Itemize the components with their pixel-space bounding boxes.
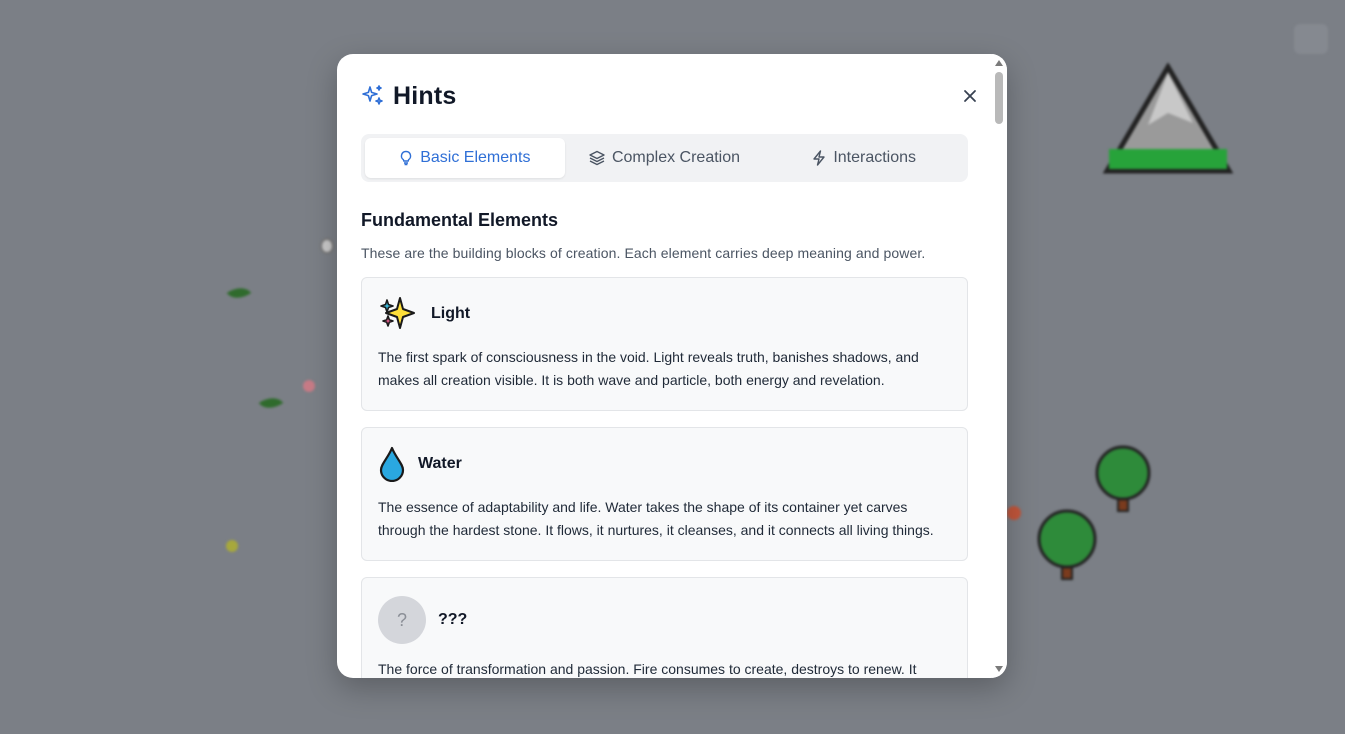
card-header: Light — [378, 296, 951, 332]
card-header: ? ??? — [378, 596, 951, 644]
section-title: Fundamental Elements — [361, 210, 559, 230]
sparkles-icon — [380, 297, 415, 329]
mountain-sprite — [1103, 63, 1233, 174]
element-card-water: Water The essence of adaptability and li… — [361, 427, 968, 561]
element-card-light: Light The first spark of consciousness i… — [361, 277, 968, 411]
tree-sprite — [1095, 445, 1151, 512]
stone-sprite — [320, 238, 334, 254]
element-description: The essence of adaptability and life. Wa… — [378, 499, 934, 538]
corner-widget — [1294, 24, 1328, 54]
berry-sprite — [303, 380, 315, 392]
modal-scrollbar[interactable] — [992, 54, 1007, 678]
leaf-sprite — [258, 391, 284, 415]
hints-tabs: Basic Elements Complex Creation Interact… — [361, 134, 968, 182]
scroll-thumb[interactable] — [995, 72, 1003, 124]
element-description: The force of transformation and passion.… — [378, 661, 917, 677]
section-description: These are the building blocks of creatio… — [361, 245, 926, 261]
layers-icon — [589, 150, 605, 166]
tab-interactions[interactable]: Interactions — [764, 138, 964, 178]
tab-label: Complex Creation — [611, 149, 741, 166]
droplet-icon — [379, 446, 405, 482]
tab-label: Interactions — [833, 149, 917, 166]
modal-header: Hints — [361, 78, 968, 114]
close-icon — [964, 90, 976, 102]
modal-title: Hints — [393, 81, 457, 110]
berry-sprite — [226, 540, 238, 552]
scroll-up-arrow-icon[interactable] — [995, 60, 1003, 66]
scroll-down-arrow-icon[interactable] — [995, 666, 1003, 672]
red-sprite — [1007, 506, 1021, 520]
element-description: The first spark of consciousness in the … — [378, 349, 919, 388]
tab-basic-elements[interactable]: Basic Elements — [365, 138, 565, 178]
hints-modal: Hints Basic Elements Complex Creation In… — [337, 54, 1007, 678]
question-icon: ? — [378, 596, 426, 644]
tab-complex-creation[interactable]: Complex Creation — [565, 138, 765, 178]
element-name: ??? — [438, 611, 468, 628]
card-header: Water — [378, 446, 951, 482]
question-mark: ? — [396, 609, 407, 630]
tree-sprite — [1037, 509, 1097, 580]
element-name: Light — [431, 305, 471, 322]
leaf-sprite — [226, 281, 252, 305]
lightbulb-icon — [401, 150, 412, 166]
tab-label: Basic Elements — [420, 149, 531, 166]
element-name: Water — [418, 455, 462, 472]
lightning-icon — [813, 150, 826, 166]
element-card-locked: ? ??? The force of transformation and pa… — [361, 577, 968, 678]
hints-modal-content: Hints Basic Elements Complex Creation In… — [337, 54, 992, 678]
close-button[interactable] — [956, 82, 984, 110]
sparkles-icon — [362, 85, 383, 105]
